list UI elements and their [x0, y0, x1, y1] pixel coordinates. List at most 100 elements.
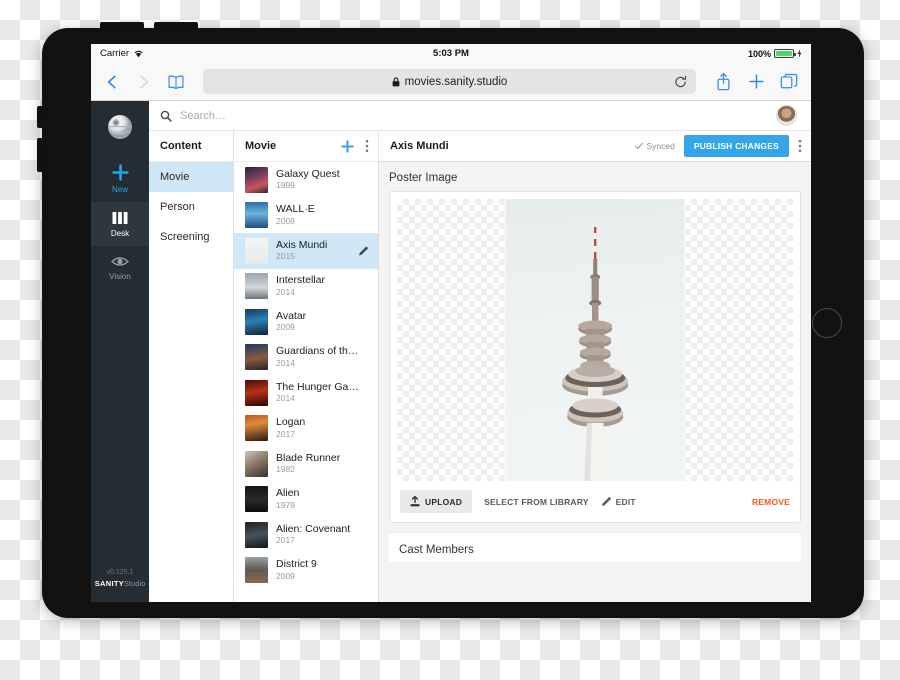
upload-button-label: UPLOAD	[425, 496, 463, 507]
content-pane: Content Movie Person Screening	[149, 131, 234, 602]
reload-icon[interactable]	[674, 75, 687, 88]
movie-pane-header: Movie	[234, 131, 378, 162]
list-item[interactable]: Guardians of the Galaxy2014	[234, 340, 378, 376]
content-item-person[interactable]: Person	[149, 192, 233, 222]
plus-icon	[111, 164, 129, 181]
movie-year: 2014	[276, 393, 295, 404]
movie-list[interactable]: Galaxy Quest 1999 WALL·E 2008 Axis Mundi 2015…	[234, 162, 378, 602]
movie-year: 2017	[276, 428, 295, 439]
tabs-icon[interactable]	[780, 72, 799, 91]
movie-meta: Axis Mundi 2015	[276, 239, 327, 263]
movie-poster-thumbnail	[245, 557, 268, 584]
url-text: movies.sanity.studio	[404, 75, 508, 88]
kebab-menu-icon[interactable]	[798, 139, 802, 153]
carrier-label: Carrier	[100, 48, 130, 59]
publish-changes-button[interactable]: PUBLISH CHANGES	[683, 135, 789, 157]
movie-pane-title: Movie	[245, 140, 277, 152]
nav-item-desk[interactable]: Desk	[91, 202, 149, 246]
content-item-screening[interactable]: Screening	[149, 222, 233, 252]
kebab-menu-icon[interactable]	[365, 139, 369, 153]
movie-poster-thumbnail	[245, 308, 268, 335]
movie-year: 2015	[276, 251, 295, 262]
brand-name: SANITY	[94, 579, 125, 589]
list-item[interactable]: Blade Runner 1982	[234, 446, 378, 482]
list-item[interactable]: WALL·E 2008	[234, 198, 378, 234]
image-field-card: UPLOAD SELECT FROM LIBRARY EDIT REMOVE	[389, 191, 801, 523]
movie-poster-thumbnail	[245, 237, 268, 264]
list-item[interactable]: The Hunger Games: Mockin…2014	[234, 375, 378, 411]
status-bar-right: 100%	[748, 49, 802, 59]
movie-poster-thumbnail	[245, 166, 268, 193]
book-icon[interactable]	[167, 73, 185, 91]
status-badge: Synced	[635, 141, 675, 151]
ios-status-bar: Carrier 5:03 PM 100%	[91, 44, 811, 63]
pencil-icon	[601, 496, 611, 506]
movie-year: 2017	[276, 535, 295, 546]
status-bar-left: Carrier	[100, 48, 144, 59]
upload-button[interactable]: UPLOAD	[400, 490, 473, 513]
list-item[interactable]: Logan 2017	[234, 411, 378, 447]
movie-poster-thumbnail	[245, 202, 268, 229]
movie-meta: Interstellar 2014	[276, 274, 325, 298]
eye-icon	[111, 257, 129, 266]
url-content: movies.sanity.studio	[392, 75, 508, 88]
nav-item-vision[interactable]: Vision	[91, 246, 149, 289]
movie-meta: Avatar 2009	[276, 310, 306, 334]
url-address-bar[interactable]: movies.sanity.studio	[203, 69, 696, 94]
version-label: v0.125.1	[106, 568, 134, 576]
movie-year: 1982	[276, 464, 295, 475]
charging-bolt-icon	[797, 49, 802, 58]
movie-title: Logan	[276, 416, 306, 428]
chevron-left-icon[interactable]	[103, 73, 121, 91]
plus-icon[interactable]	[747, 72, 766, 91]
list-item[interactable]: Alien 1979	[234, 482, 378, 518]
share-icon[interactable]	[714, 72, 733, 91]
avatar[interactable]	[776, 105, 797, 126]
content-item-movie[interactable]: Movie	[149, 162, 233, 192]
pencil-icon[interactable]	[358, 245, 369, 256]
wifi-icon	[134, 50, 143, 58]
select-from-library-button[interactable]: SELECT FROM LIBRARY	[484, 497, 589, 507]
studio-left-nav: New Desk Vision v0.125.1 SANITYStudio	[91, 101, 149, 602]
movie-title: WALL·E	[276, 203, 315, 215]
home-button[interactable]	[812, 308, 842, 338]
chevron-right-icon	[140, 75, 149, 88]
brand-label: SANITYStudio	[91, 578, 149, 590]
movie-title: Axis Mundi	[276, 238, 328, 251]
tower-graphic	[562, 227, 629, 481]
movie-title: Alien: Covenant	[276, 522, 351, 535]
sanity-studio-app: New Desk Vision v0.125.1 SANITYStudio Se…	[91, 101, 811, 602]
movie-year: 2014	[276, 357, 295, 368]
movie-year: 2014	[276, 286, 295, 297]
poster-image-label: Poster Image	[389, 172, 458, 184]
image-preview-area[interactable]	[397, 199, 793, 481]
movie-year: 1999	[276, 180, 295, 191]
list-item[interactable]: Galaxy Quest 1999	[234, 162, 378, 198]
list-item[interactable]: District 9 2009	[234, 553, 378, 589]
movie-year: 2008	[276, 215, 295, 226]
list-item[interactable]: Axis Mundi 2015	[234, 233, 378, 269]
movie-meta: WALL·E 2008	[276, 203, 315, 227]
editor-header: Axis Mundi Synced PUBLISH CHANGES	[379, 131, 811, 162]
plus-icon[interactable]	[341, 139, 354, 153]
page-title: Axis Mundi	[390, 140, 449, 152]
device-screen: Carrier 5:03 PM 100% movies.sanity.studi…	[91, 44, 811, 602]
list-item[interactable]: Avatar 2009	[234, 304, 378, 340]
nav-item-label: Vision	[109, 272, 131, 281]
nav-item-label: New	[111, 185, 128, 194]
movie-title: Interstellar	[276, 274, 326, 286]
list-item[interactable]: Interstellar 2014	[234, 269, 378, 305]
movie-meta: Blade Runner 1982	[276, 452, 340, 476]
list-item[interactable]: Alien: Covenant 2017	[234, 517, 378, 553]
device-volume-up-button[interactable]	[37, 106, 43, 128]
death-star-logo-icon[interactable]	[107, 114, 133, 145]
nav-item-new[interactable]: New	[91, 155, 149, 202]
remove-image-button[interactable]: REMOVE	[752, 497, 790, 507]
search-input[interactable]: Search…	[180, 110, 226, 122]
movie-meta: The Hunger Games: Mockin…2014	[276, 381, 362, 405]
search-icon[interactable]	[160, 110, 172, 122]
movie-meta: District 9 2009	[276, 558, 317, 582]
edit-image-button[interactable]: EDIT	[601, 496, 636, 507]
device-top-button-2	[154, 22, 198, 30]
device-volume-down-button[interactable]	[37, 138, 43, 172]
